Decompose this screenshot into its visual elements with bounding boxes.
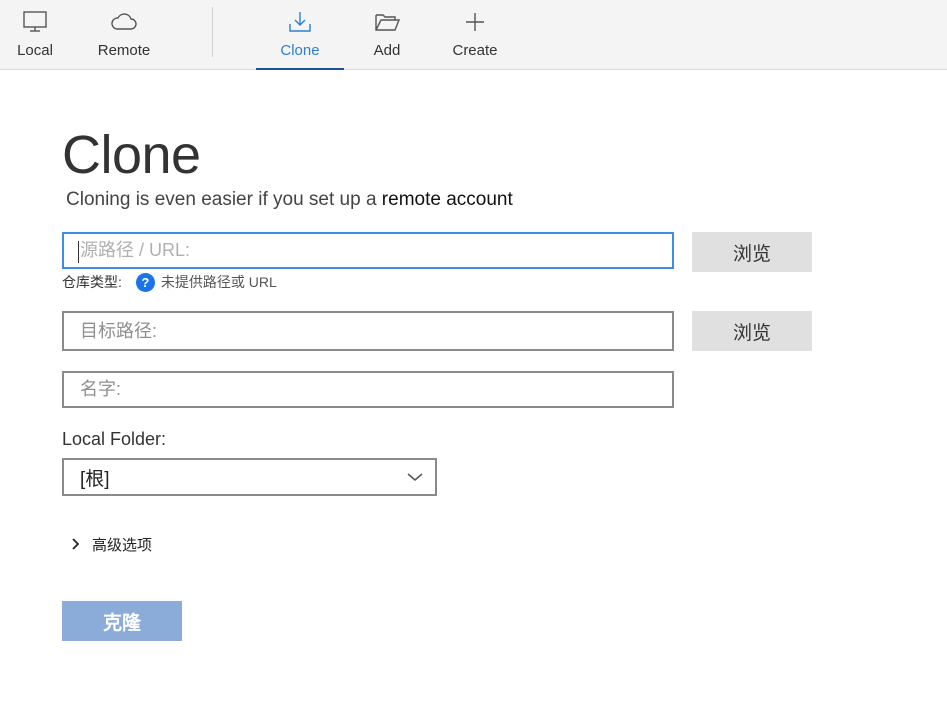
toolbar-add-button[interactable]: Add (357, 0, 417, 70)
advanced-options-label: 高级选项 (92, 536, 153, 554)
folder-open-icon (373, 9, 401, 35)
toolbar-remote-button[interactable]: Remote (84, 0, 164, 70)
plus-icon (463, 9, 487, 35)
subtitle-text: Cloning is even easier if you set up a (66, 189, 382, 210)
subtitle: Cloning is even easier if you set up a r… (66, 188, 513, 212)
toolbar-local-button[interactable]: Local (0, 0, 70, 70)
page-title: Clone (62, 125, 201, 185)
toolbar-clone-button[interactable]: Clone (256, 0, 344, 70)
local-folder-label: Local Folder: (62, 429, 167, 449)
cloud-icon (110, 9, 138, 35)
chevron-right-icon (68, 538, 82, 550)
destination-path-input[interactable] (64, 313, 672, 349)
remote-account-link[interactable]: remote account (382, 189, 513, 210)
browse-destination-button[interactable]: 浏览 (692, 311, 812, 351)
toolbar-add-label: Add (373, 42, 401, 59)
toolbar-clone-label: Clone (280, 42, 320, 59)
browse-source-button[interactable]: 浏览 (692, 232, 812, 272)
source-url-input[interactable] (64, 234, 672, 267)
repo-type-label: 仓库类型: (62, 274, 122, 290)
name-input[interactable] (64, 373, 672, 406)
chevron-down-icon (395, 472, 435, 482)
toolbar: Local Remote Clone Add Create (0, 0, 947, 70)
advanced-options-toggle[interactable]: 高级选项 (68, 533, 152, 555)
repo-type-message: 未提供路径或 URL (160, 274, 277, 290)
monitor-icon (22, 9, 48, 35)
name-field[interactable] (62, 371, 674, 408)
local-folder-value: [根] (80, 468, 110, 490)
toolbar-local-label: Local (17, 42, 53, 59)
toolbar-create-label: Create (452, 42, 498, 59)
text-caret (78, 241, 79, 263)
toolbar-remote-label: Remote (97, 42, 151, 59)
repo-type-row: 仓库类型: ? 未提供路径或 URL (62, 271, 277, 293)
local-folder-select[interactable]: [根] (62, 458, 437, 496)
source-url-field[interactable] (62, 232, 674, 269)
toolbar-create-button[interactable]: Create (440, 0, 510, 70)
clone-button[interactable]: 克隆 (62, 601, 182, 641)
destination-path-field[interactable] (62, 311, 674, 351)
toolbar-separator (212, 7, 213, 57)
download-icon (287, 9, 313, 35)
help-icon[interactable]: ? (135, 272, 155, 292)
